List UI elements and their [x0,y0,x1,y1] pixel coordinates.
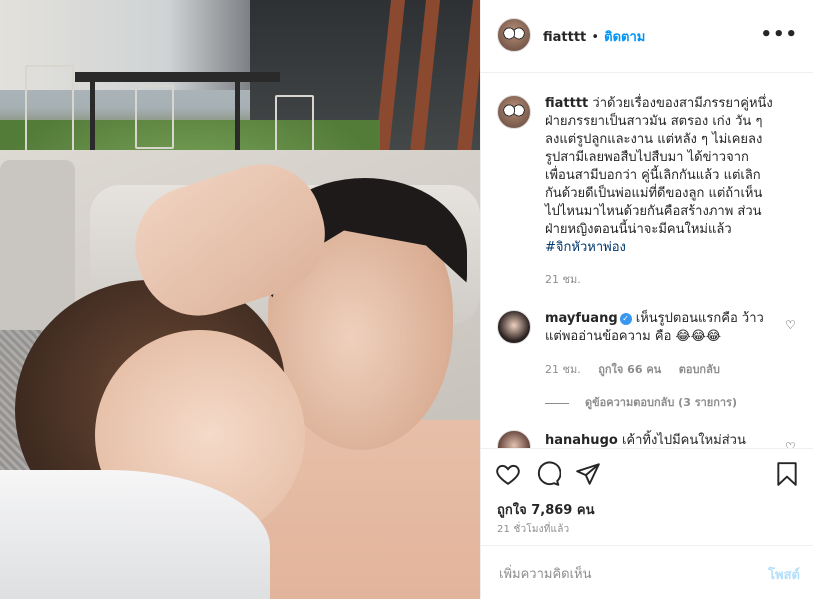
comment-time: 21 ชม. [545,363,581,376]
post-comment-button[interactable]: โพสต์ [768,564,800,585]
comment-username[interactable]: mayfuang [545,311,618,326]
comment-composer: โพสต์ [481,545,813,600]
garden-table [75,72,280,82]
post-header: fiatttt • ติดตาม ••• [481,0,813,73]
heart-icon[interactable] [495,461,521,487]
post-timestamp: 21 ชั่วโมงที่แล้ว [497,524,570,535]
comment-avatar[interactable] [497,310,531,344]
garden-chair [135,85,174,149]
follow-button[interactable]: ติดตาม [604,30,645,45]
author-line: fiatttt • ติดตาม [543,26,645,47]
author-avatar[interactable] [497,18,531,52]
comments-list[interactable]: fiatttt ว่าด้วยเรื่องของสามีภรรยาคู่หนึ่… [481,73,813,448]
table-leg [235,80,240,150]
view-replies[interactable]: ดูข้อความตอบกลับ (3 รายการ) [545,393,751,411]
comment-meta: 21 ชม. ถูกใจ 66 คน ตอบกลับ [545,360,734,378]
caption: fiatttt ว่าด้วยเรื่องของสามีภรรยาคู่หนึ่… [497,95,797,295]
comment-text: เค้าทิ้งไปมีคนใหม่ส่วน [621,433,746,448]
caption-body: fiatttt ว่าด้วยเรื่องของสามีภรรยาคู่หนึ่… [545,95,773,257]
table-leg [90,80,95,150]
comment-avatar[interactable] [497,430,531,448]
comment-like-icon[interactable]: ♡ [785,318,797,332]
caption-time: 21 ชม. [545,273,581,286]
more-options-icon[interactable]: ••• [760,24,798,45]
paper-plane-icon[interactable] [575,461,601,487]
verified-badge-icon: ✓ [619,313,632,325]
comment-username[interactable]: hanahugo [545,433,618,448]
comment-item: mayfuang ✓ เห็นรูปตอนแรกคือ ว้าว แต่พออ่า… [497,310,797,410]
comment-body: mayfuang ✓ เห็นรูปตอนแรกคือ ว้าว แต่พออ่า… [545,310,773,346]
post-side-panel: fiatttt • ติดตาม ••• fiatttt ว่าด้วยเรื่… [480,0,813,599]
caption-hashtag[interactable]: #จิกหัวหาพ่อง [545,240,626,255]
likes-count[interactable]: ถูกใจ 7,869 คน [497,499,594,520]
comment-icon[interactable] [535,461,561,487]
bookmark-icon[interactable] [774,461,800,487]
caption-username[interactable]: fiatttt [545,96,588,111]
view-replies-label[interactable]: ดูข้อความตอบกลับ (3 รายการ) [585,396,737,409]
comment-item: hanahugo เค้าทิ้งไปมีคนใหม่ส่วน ♡ [497,428,797,448]
caption-text: ว่าด้วยเรื่องของสามีภรรยาคู่หนึ่ง ฝ่ายภร… [545,96,777,237]
comment-likes[interactable]: ถูกใจ 66 คน [598,363,661,376]
comment-body: hanahugo เค้าทิ้งไปมีคนใหม่ส่วน [545,432,773,448]
replies-line [545,402,569,404]
post-photo[interactable] [0,0,480,599]
caption-avatar[interactable] [497,95,531,129]
comment-like-icon[interactable]: ♡ [785,440,797,448]
comment-input[interactable] [497,562,741,586]
reply-button[interactable]: ตอบกลับ [679,363,720,376]
author-username[interactable]: fiatttt [543,30,586,45]
separator-dot: • [591,30,600,45]
